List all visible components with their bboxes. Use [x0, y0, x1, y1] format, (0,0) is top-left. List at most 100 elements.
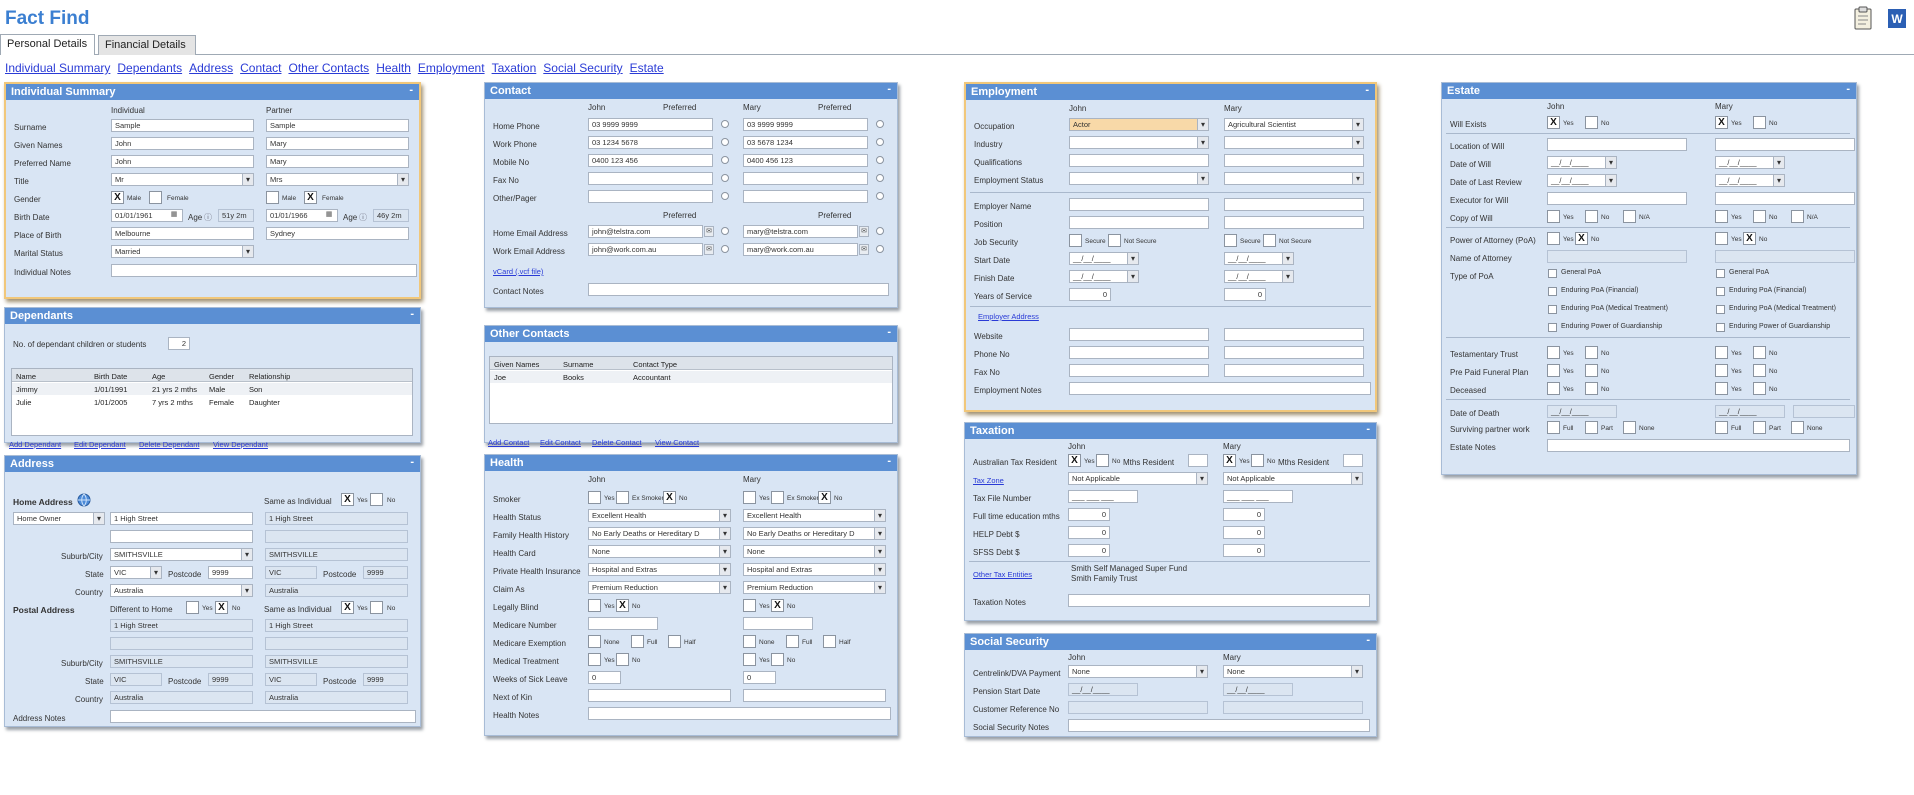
- collapse-button[interactable]: -: [409, 84, 413, 96]
- will-location-john-input[interactable]: [1547, 138, 1687, 151]
- blind-no-checkbox[interactable]: X: [616, 599, 629, 612]
- collapse-button[interactable]: -: [1846, 83, 1850, 95]
- work-email-mary-input[interactable]: mary@work.com.au: [743, 243, 858, 256]
- medicare-mary-input[interactable]: [743, 617, 813, 630]
- enduring-guardianship-checkbox[interactable]: [1548, 323, 1557, 332]
- enduring-medical-checkbox[interactable]: [1716, 305, 1725, 314]
- preferred-radio[interactable]: [876, 156, 884, 164]
- executor-mary-input[interactable]: [1715, 192, 1855, 205]
- collapse-button[interactable]: -: [887, 326, 891, 338]
- exemption-none-checkbox[interactable]: [743, 635, 756, 648]
- executor-john-input[interactable]: [1547, 192, 1687, 205]
- calendar-icon[interactable]: ▦: [324, 210, 334, 221]
- contact-notes-input[interactable]: [588, 283, 889, 296]
- exemption-half-checkbox[interactable]: [668, 635, 681, 648]
- finish-date-john-input[interactable]: __/__/____: [1069, 270, 1139, 283]
- postal-same-yes-checkbox[interactable]: X: [341, 601, 354, 614]
- individual-notes-input[interactable]: [111, 264, 417, 277]
- copy-yes-checkbox[interactable]: [1715, 210, 1728, 223]
- tfn-mary-input[interactable]: ___ ___ ___: [1223, 490, 1293, 503]
- preferred-name-partner-input[interactable]: Mary: [266, 155, 409, 168]
- nav-contact[interactable]: Contact: [240, 61, 281, 75]
- nav-health[interactable]: Health: [376, 61, 411, 75]
- claim-as-mary-select[interactable]: Premium Reduction: [743, 581, 886, 594]
- industry-mary-select[interactable]: [1224, 136, 1364, 149]
- exemption-none-checkbox[interactable]: [588, 635, 601, 648]
- help-debt-mary-input[interactable]: 0: [1223, 526, 1265, 539]
- column-gender[interactable]: Gender: [209, 372, 234, 381]
- position-john-input[interactable]: [1069, 216, 1209, 229]
- home-email-john-input[interactable]: john@telstra.com: [588, 225, 703, 238]
- occupation-mary-select[interactable]: Agricultural Scientist: [1224, 118, 1364, 131]
- enduring-medical-checkbox[interactable]: [1548, 305, 1557, 314]
- taxation-notes-input[interactable]: [1068, 594, 1370, 607]
- insurance-john-select[interactable]: Hospital and Extras: [588, 563, 731, 576]
- nav-estate[interactable]: Estate: [630, 61, 664, 75]
- not-secure-checkbox[interactable]: [1263, 234, 1276, 247]
- collapse-button[interactable]: -: [1366, 634, 1370, 646]
- mobile-john-input[interactable]: 0400 123 456: [588, 154, 713, 167]
- secure-checkbox[interactable]: [1224, 234, 1237, 247]
- view-dependant-link[interactable]: View Dependant: [213, 440, 268, 449]
- general-poa-checkbox[interactable]: [1548, 269, 1557, 278]
- fax-john-input[interactable]: [588, 172, 713, 185]
- deceased-no-checkbox[interactable]: [1753, 382, 1766, 395]
- title-individual-select[interactable]: Mr: [111, 173, 254, 186]
- collapse-button[interactable]: -: [1366, 423, 1370, 435]
- enduring-financial-checkbox[interactable]: [1548, 287, 1557, 296]
- nav-social-security[interactable]: Social Security: [543, 61, 622, 75]
- email-icon[interactable]: ✉: [704, 244, 714, 255]
- treatment-yes-checkbox[interactable]: [588, 653, 601, 666]
- last-review-mary-input[interactable]: __/__/____: [1715, 174, 1785, 187]
- address-notes-input[interactable]: [110, 710, 416, 723]
- partner-gender-female-checkbox[interactable]: X: [304, 191, 317, 204]
- nav-address[interactable]: Address: [189, 61, 233, 75]
- copy-no-checkbox[interactable]: [1753, 210, 1766, 223]
- nav-taxation[interactable]: Taxation: [492, 61, 537, 75]
- employer-phone-mary-input[interactable]: [1224, 346, 1364, 359]
- work-part-checkbox[interactable]: [1753, 421, 1766, 434]
- qualifications-john-input[interactable]: [1069, 154, 1209, 167]
- postal-same-no-checkbox[interactable]: [370, 601, 383, 614]
- deceased-no-checkbox[interactable]: [1585, 382, 1598, 395]
- email-icon[interactable]: ✉: [859, 244, 869, 255]
- email-icon[interactable]: ✉: [859, 226, 869, 237]
- home-street-input[interactable]: 1 High Street: [110, 512, 253, 525]
- exemption-half-checkbox[interactable]: [823, 635, 836, 648]
- website-john-input[interactable]: [1069, 328, 1209, 341]
- work-phone-mary-input[interactable]: 03 5678 1234: [743, 136, 868, 149]
- next-of-kin-john-input[interactable]: [588, 689, 731, 702]
- table-row[interactable]: Julie 1/01/2005 7 yrs 2 mths Female Daug…: [12, 396, 412, 408]
- preferred-radio[interactable]: [721, 138, 729, 146]
- column-surname[interactable]: Surname: [563, 360, 593, 369]
- exemption-full-checkbox[interactable]: [786, 635, 799, 648]
- tax-resident-yes-checkbox[interactable]: X: [1068, 454, 1081, 467]
- preferred-radio[interactable]: [721, 120, 729, 128]
- employer-address-link[interactable]: Employer Address: [978, 312, 1039, 321]
- months-resident-john-input[interactable]: [1188, 454, 1208, 467]
- employment-notes-input[interactable]: [1069, 382, 1371, 395]
- column-given-names[interactable]: Given Names: [494, 360, 539, 369]
- title-partner-select[interactable]: Mrs: [266, 173, 409, 186]
- same-as-individual-no-checkbox[interactable]: [370, 493, 383, 506]
- funeral-no-checkbox[interactable]: [1585, 364, 1598, 377]
- health-card-john-select[interactable]: None: [588, 545, 731, 558]
- funeral-yes-checkbox[interactable]: [1715, 364, 1728, 377]
- view-contact-link[interactable]: View Contact: [655, 438, 699, 447]
- education-john-input[interactable]: 0: [1068, 508, 1110, 521]
- gender-female-checkbox[interactable]: [149, 191, 162, 204]
- family-history-mary-select[interactable]: No Early Deaths or Hereditary D: [743, 527, 886, 540]
- edit-contact-link[interactable]: Edit Contact: [540, 438, 581, 447]
- tab-personal-details[interactable]: Personal Details: [0, 34, 95, 55]
- other-tax-entities-link[interactable]: Other Tax Entities: [973, 570, 1032, 579]
- delete-dependant-link[interactable]: Delete Dependant: [139, 440, 199, 449]
- collapse-button[interactable]: -: [410, 308, 414, 320]
- employer-fax-mary-input[interactable]: [1224, 364, 1364, 377]
- given-names-individual-input[interactable]: John: [111, 137, 254, 150]
- partner-gender-male-checkbox[interactable]: [266, 191, 279, 204]
- add-contact-link[interactable]: Add Contact: [488, 438, 529, 447]
- smoker-no-checkbox[interactable]: X: [818, 491, 831, 504]
- preferred-radio[interactable]: [721, 245, 729, 253]
- work-part-checkbox[interactable]: [1585, 421, 1598, 434]
- collapse-button[interactable]: -: [410, 456, 414, 468]
